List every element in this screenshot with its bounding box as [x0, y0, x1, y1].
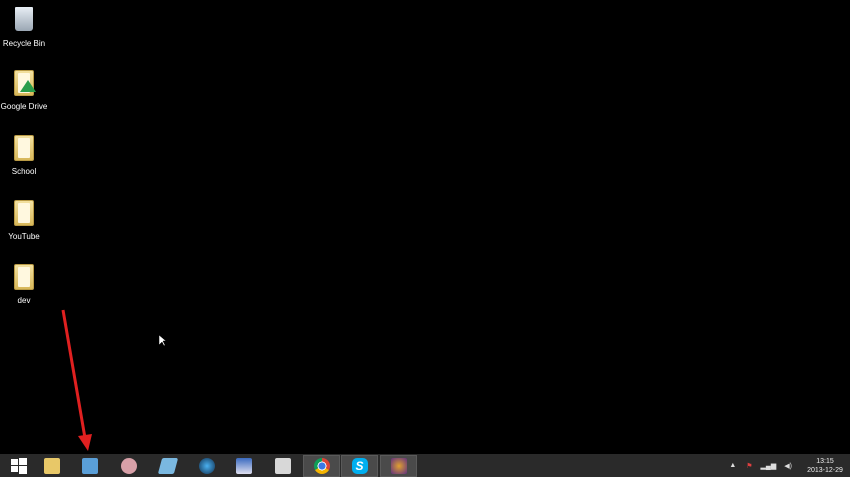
mouse-cursor-icon: [159, 335, 167, 347]
video-capture-button[interactable]: [264, 455, 301, 477]
chrome-icon: [313, 458, 330, 474]
network-signal-icon[interactable]: ▂▄▆: [761, 462, 777, 470]
system-tray: ▲ ⚑ ▂▄▆ ◀) 13:15 2013-12-29: [729, 454, 850, 477]
taskbar: S ▲ ⚑ ▂▄▆ ◀) 13:15 2013-12-29: [0, 454, 850, 477]
clock[interactable]: 13:15 2013-12-29: [800, 457, 850, 475]
volume-icon[interactable]: ◀): [784, 462, 792, 470]
skype-button[interactable]: S: [341, 455, 378, 477]
start-icon: [10, 458, 27, 474]
notepad-button[interactable]: [149, 455, 186, 477]
remote-desktop-button[interactable]: [71, 455, 108, 477]
remote-desktop-icon: [81, 458, 98, 474]
snipping-tool-button[interactable]: [110, 455, 147, 477]
media-player-icon: [198, 458, 215, 474]
paint-button[interactable]: [225, 455, 262, 477]
media-player-button[interactable]: [188, 455, 225, 477]
video-capture-icon: [274, 458, 291, 474]
file-explorer-button[interactable]: [33, 455, 70, 477]
game-button[interactable]: [380, 455, 417, 477]
paint-icon: [235, 458, 252, 474]
snipping-tool-icon: [120, 458, 137, 474]
chrome-button[interactable]: [303, 455, 340, 477]
file-explorer-icon: [43, 458, 60, 474]
red-arrow-annotation: [61, 309, 92, 451]
start-button[interactable]: [0, 455, 37, 477]
notepad-icon: [157, 458, 178, 474]
skype-icon: S: [351, 458, 368, 474]
game-icon: [390, 458, 407, 474]
show-hidden-icons-icon[interactable]: ▲: [729, 462, 736, 469]
action-center-icon[interactable]: ⚑: [746, 462, 752, 470]
